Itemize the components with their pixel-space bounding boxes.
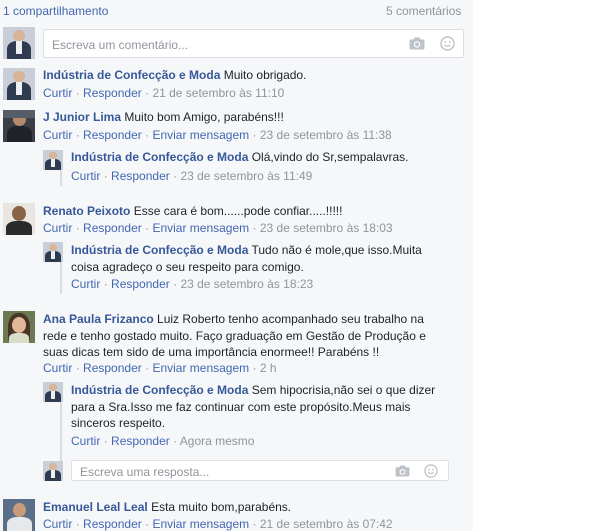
comment-input[interactable]	[50, 30, 404, 59]
separator: ·	[173, 434, 178, 448]
separator: ·	[145, 361, 150, 375]
reply-author[interactable]: Indústria de Confecção e Moda	[71, 150, 248, 164]
reply-author-avatar[interactable]	[43, 242, 63, 262]
comment-author[interactable]: Indústria de Confecção e Moda	[43, 68, 220, 82]
comment-author[interactable]: Emanuel Leal Leal	[43, 500, 148, 514]
author-avatar[interactable]	[3, 203, 35, 235]
comment-body: Muito bom Amigo, parabéns!!!	[124, 110, 284, 124]
separator: ·	[103, 277, 108, 291]
reply-body-line: sinceros respeito.	[71, 416, 166, 430]
comment-author[interactable]: Renato Peixoto	[43, 204, 130, 218]
separator: ·	[145, 128, 150, 142]
like-link[interactable]: Curtir	[71, 434, 100, 448]
like-link[interactable]: Curtir	[43, 128, 72, 142]
comment-author[interactable]: J Junior Lima	[43, 110, 121, 124]
send-message-link[interactable]: Enviar mensagem	[152, 361, 249, 375]
reply-author-avatar[interactable]	[43, 150, 63, 170]
shares-link[interactable]: 1 compartilhamento	[3, 4, 108, 18]
reply-link[interactable]: Responder	[83, 128, 142, 142]
my-avatar[interactable]	[3, 27, 35, 59]
reply-link[interactable]: Responder	[83, 221, 142, 235]
like-link[interactable]: Curtir	[43, 86, 72, 100]
reply-link[interactable]: Responder	[83, 86, 142, 100]
separator: ·	[103, 434, 108, 448]
separator: ·	[252, 221, 257, 235]
reply-input[interactable]	[78, 461, 382, 482]
reply-timestamp[interactable]: 23 de setembro às 18:23	[180, 277, 313, 291]
separator: ·	[173, 277, 178, 291]
comment-timestamp[interactable]: 2 h	[260, 361, 277, 375]
send-message-link[interactable]: Enviar mensagem	[152, 221, 249, 235]
reply-author[interactable]: Indústria de Confecção e Moda	[71, 383, 248, 397]
separator: ·	[173, 169, 178, 183]
like-link[interactable]: Curtir	[43, 221, 72, 235]
comment-timestamp[interactable]: 21 de setembro às 11:10	[152, 86, 284, 100]
like-link[interactable]: Curtir	[43, 361, 72, 375]
camera-icon[interactable]	[395, 465, 410, 477]
comment-body-line: rede e tenho gostado muito. Faço graduaç…	[43, 329, 426, 343]
comments-count[interactable]: 5 comentários	[386, 4, 461, 18]
emoji-icon[interactable]	[424, 464, 438, 478]
reply-body-line: para a Sra.Isso me faz continuar com est…	[71, 400, 411, 414]
comment-body-line: Luiz Roberto tenho acompanhado seu traba…	[157, 312, 424, 326]
author-avatar[interactable]	[3, 110, 35, 142]
reply-body-line: coisa agradeço o seu respeito para comig…	[71, 260, 304, 274]
separator: ·	[75, 361, 80, 375]
comment-body: Esta muito bom,parabéns.	[151, 500, 292, 514]
separator: ·	[75, 128, 80, 142]
separator: ·	[75, 86, 80, 100]
comment-body: Esse cara é bom......pode confiar.....!!…	[133, 204, 343, 218]
reply-body-line: Tudo não é mole,que isso.Muita	[251, 243, 422, 257]
reply-link[interactable]: Responder	[111, 434, 170, 448]
comment-body: Muito obrigado.	[223, 68, 307, 82]
like-link[interactable]: Curtir	[71, 169, 100, 183]
separator: ·	[252, 128, 257, 142]
separator: ·	[103, 169, 108, 183]
separator: ·	[75, 517, 80, 531]
emoji-icon[interactable]	[440, 36, 455, 51]
reply-author-avatar[interactable]	[43, 382, 63, 402]
separator: ·	[145, 221, 150, 235]
reply-link[interactable]: Responder	[111, 169, 170, 183]
like-link[interactable]: Curtir	[43, 517, 72, 531]
reply-link[interactable]: Responder	[83, 517, 142, 531]
my-avatar-small[interactable]	[43, 461, 63, 481]
reply-timestamp[interactable]: Agora mesmo	[180, 434, 255, 448]
author-avatar[interactable]	[3, 68, 35, 100]
like-link[interactable]: Curtir	[71, 277, 100, 291]
comment-timestamp[interactable]: 23 de setembro às 11:38	[260, 128, 392, 142]
separator: ·	[75, 221, 80, 235]
comment-composer[interactable]	[43, 29, 464, 59]
send-message-link[interactable]: Enviar mensagem	[152, 517, 249, 531]
comments-panel: 1 compartilhamento 5 comentários Indústr…	[0, 0, 473, 531]
comment-body-line: suas dicas tem sido de uma importância e…	[43, 345, 380, 359]
separator: ·	[145, 86, 150, 100]
reply-link[interactable]: Responder	[111, 277, 170, 291]
comment-timestamp[interactable]: 23 de setembro às 18:03	[260, 221, 393, 235]
comment-timestamp[interactable]: 21 de setembro às 07:42	[260, 517, 393, 531]
comment-author[interactable]: Ana Paula Frizanco	[43, 312, 154, 326]
reply-link[interactable]: Responder	[83, 361, 142, 375]
separator: ·	[252, 517, 257, 531]
reply-composer[interactable]	[71, 460, 449, 482]
camera-icon[interactable]	[409, 37, 425, 50]
reply-body-line: Sem hipocrisia,não sei o que dizer	[251, 383, 436, 397]
reply-body: Olá,vindo do Sr,sempalavras.	[251, 150, 409, 164]
author-avatar[interactable]	[3, 311, 35, 343]
reply-author[interactable]: Indústria de Confecção e Moda	[71, 243, 248, 257]
send-message-link[interactable]: Enviar mensagem	[152, 128, 249, 142]
separator: ·	[145, 517, 150, 531]
author-avatar[interactable]	[3, 499, 35, 531]
separator: ·	[252, 361, 257, 375]
reply-timestamp[interactable]: 23 de setembro às 11:49	[180, 169, 312, 183]
